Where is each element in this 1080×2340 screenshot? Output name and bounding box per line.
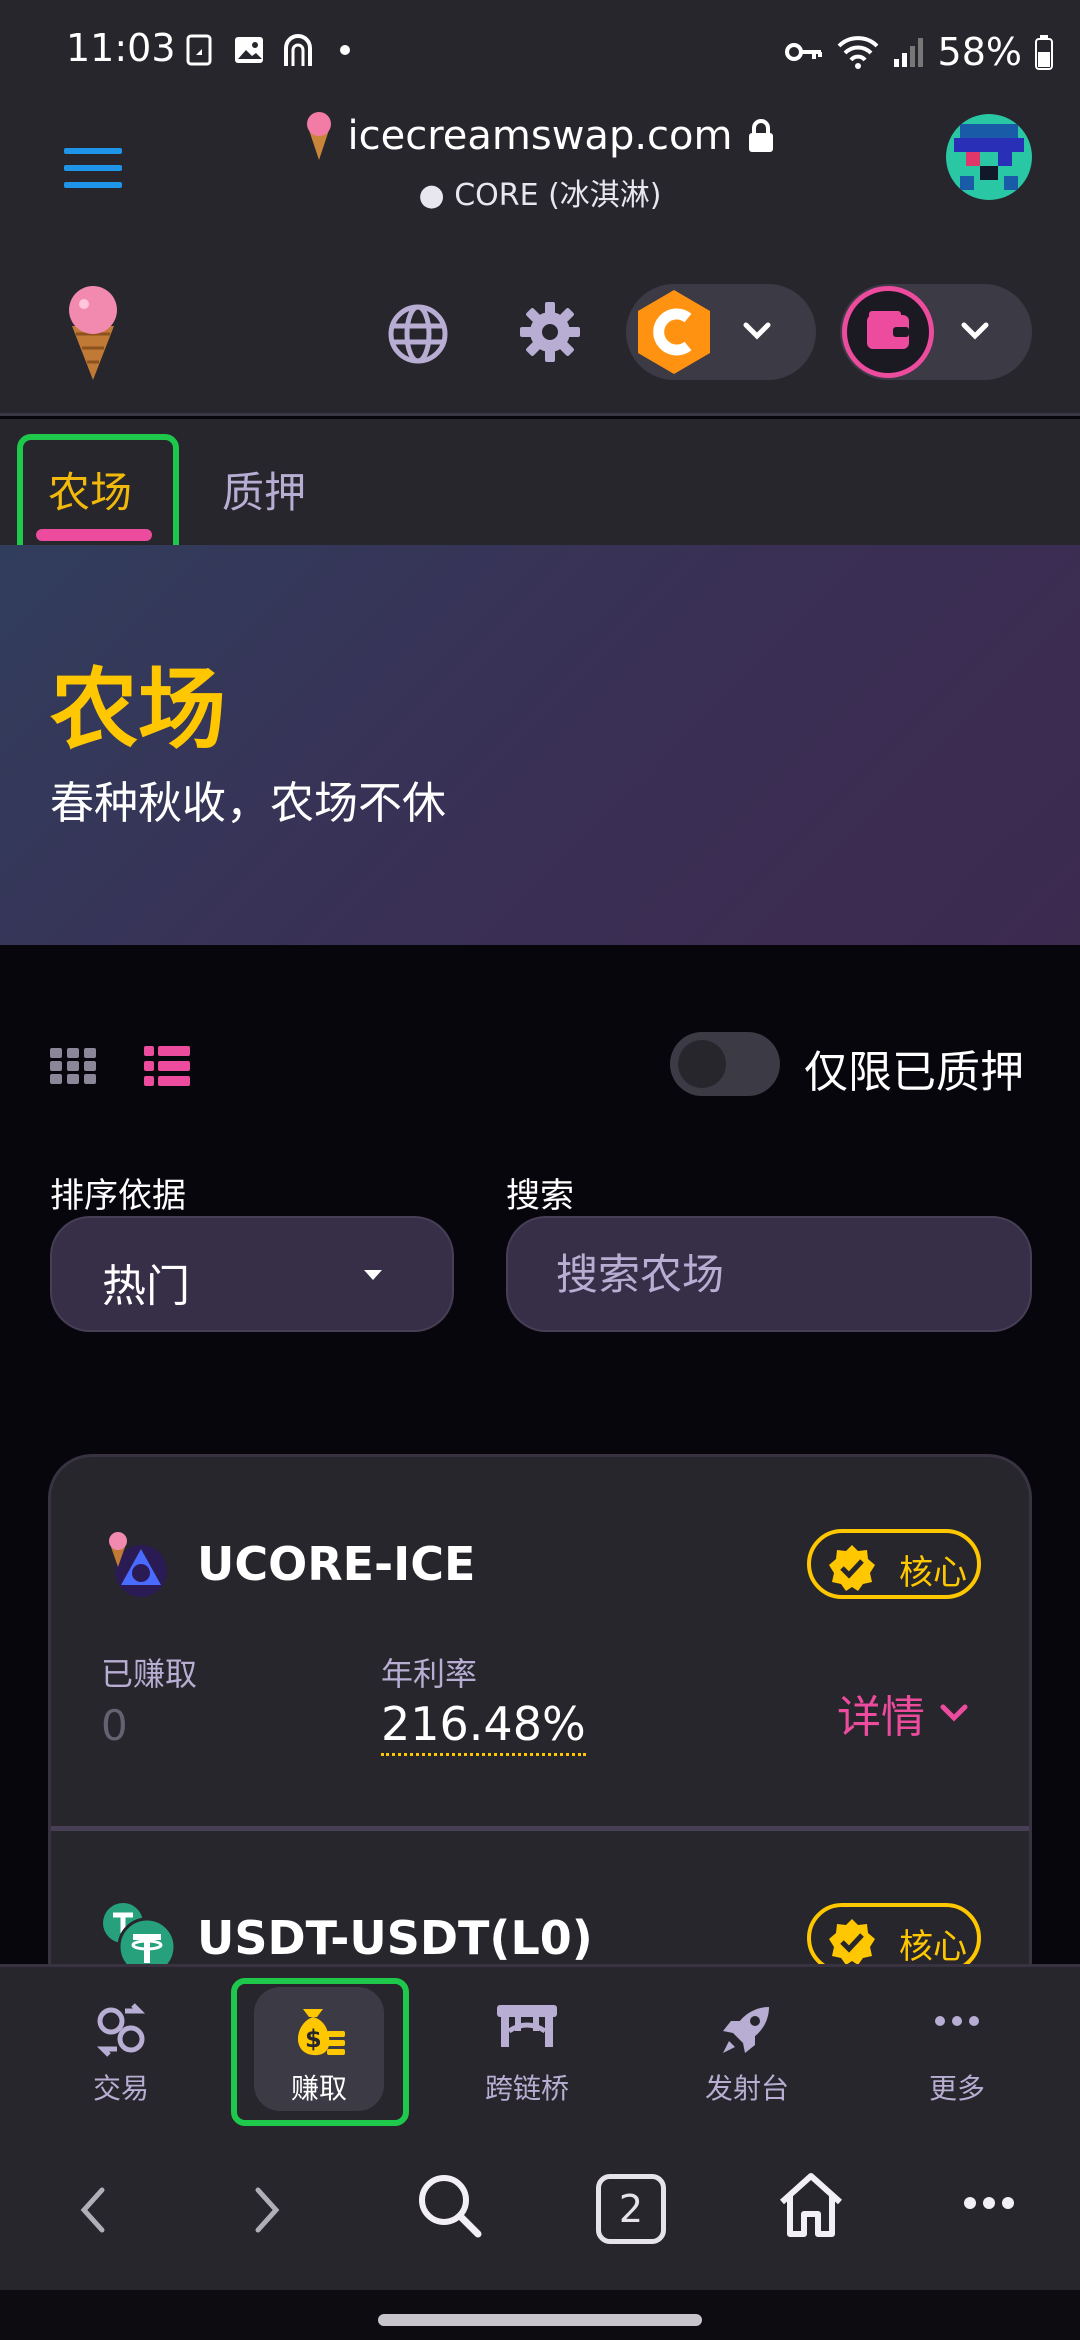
apr-label: 年利率 (381, 1655, 478, 1693)
site-url-text: icecreamswap.com (347, 113, 733, 159)
sort-label: 排序依据 (50, 1176, 186, 1216)
grid-view-icon[interactable] (50, 1048, 96, 1088)
language-globe-icon[interactable] (386, 302, 450, 370)
core-badge: 核心 (807, 1903, 981, 1964)
list-view-icon[interactable] (144, 1046, 190, 1090)
nav-bridge[interactable]: 跨链桥 (452, 1967, 602, 2143)
staked-only-label: 仅限已质押 (804, 1047, 1024, 1098)
usdt-pair-icon (101, 1901, 177, 1964)
network-indicator: ● CORE (冰淇淋) (0, 170, 1080, 214)
farm-card: USDT-USDT(L0) 核心 (51, 1831, 1029, 1964)
rocket-icon (723, 2007, 769, 2053)
active-tab-indicator (36, 529, 152, 541)
battery-percent: 58% (937, 30, 1022, 74)
gallery-icon (235, 37, 263, 63)
gesture-bar (0, 2290, 1080, 2340)
back-icon[interactable] (70, 2180, 114, 2240)
core-badge-label: 核心 (899, 1927, 967, 1964)
bridge-icon (497, 2005, 557, 2047)
sort-select[interactable]: 热门 (50, 1216, 454, 1332)
chevron-down-icon (940, 1704, 968, 1722)
settings-gear-icon[interactable] (518, 300, 582, 368)
hero-banner: 农场 春种秋收，农场不休 (0, 545, 1080, 945)
svg-text:$: $ (305, 2025, 322, 2053)
nav-label: 跨链桥 (484, 2072, 569, 2105)
browser-url-bar: icecreamswap.com ● CORE (冰淇淋) (0, 100, 1080, 240)
farm-list: UCORE-ICE 核心 已赚取 年利率 0 216.48% 详情 USDT-U… (48, 1454, 1032, 1964)
search-field[interactable] (506, 1216, 1032, 1332)
core-badge: 核心 (807, 1529, 981, 1599)
core-chain-icon (638, 290, 710, 374)
nav-trade[interactable]: 交易 (46, 1967, 196, 2143)
nav-label: 交易 (92, 2072, 149, 2105)
app-bottom-nav: 交易 $ 赚取 跨链桥 发射台 更多 (0, 1964, 1080, 2140)
battery-icon (1035, 35, 1053, 70)
page-title: 农场 (50, 658, 227, 761)
wifi-icon (837, 36, 878, 69)
sort-value: 热门 (102, 1261, 190, 1312)
browser-bottom-bar: 2 (0, 2140, 1080, 2290)
nav-label: 发射台 (704, 2072, 789, 2105)
network-dot-icon: ● (418, 178, 455, 213)
tab-pools[interactable]: 质押 (222, 459, 306, 520)
status-bar: 11:03 58% (0, 0, 1080, 100)
network-switcher[interactable] (626, 284, 816, 380)
browser-menu-icon[interactable] (962, 2188, 1016, 2218)
wallet-icon (867, 311, 909, 349)
page-subtitle: 春种秋收，农场不休 (50, 778, 446, 829)
core-badge-label: 核心 (899, 1553, 967, 1593)
wallet-button[interactable] (840, 284, 1032, 380)
earned-value: 0 (101, 1701, 128, 1750)
money-bag-icon: $ (297, 2009, 345, 2056)
verified-check-icon (829, 1919, 875, 1964)
nav-label: 更多 (928, 2072, 985, 2105)
earned-label: 已赚取 (101, 1655, 198, 1693)
caret-down-icon (364, 1270, 382, 1280)
apr-value[interactable]: 216.48% (381, 1697, 586, 1756)
home-gesture-pill[interactable] (378, 2314, 702, 2326)
profile-avatar[interactable] (946, 114, 1032, 200)
details-toggle[interactable]: 详情 (837, 1681, 969, 1745)
farm-pair-name: USDT-USDT(L0) (197, 1911, 593, 1964)
nav-label: 赚取 (290, 2072, 347, 2105)
ucore-ice-pair-icon (101, 1527, 177, 1607)
signal-icon (893, 38, 923, 67)
lock-icon (749, 119, 774, 152)
details-label: 详情 (837, 1692, 925, 1743)
farm-pair-name: UCORE-ICE (197, 1537, 476, 1591)
search-input[interactable] (556, 1244, 996, 1304)
address-field[interactable]: icecreamswap.com (304, 110, 777, 162)
search-label: 搜索 (506, 1176, 574, 1216)
arch-app-icon (284, 34, 312, 66)
tab-switcher-button[interactable]: 2 (596, 2174, 666, 2244)
farm-tabs: 农场 质押 (0, 419, 1080, 545)
network-name: CORE (冰淇淋) (454, 178, 662, 213)
chevron-down-icon (743, 322, 771, 340)
status-time: 11:03 (66, 26, 176, 70)
icecream-logo-icon[interactable] (58, 282, 128, 386)
swap-icon (96, 2003, 146, 2057)
dot-icon (340, 45, 350, 55)
system-icons: 58% (784, 30, 1054, 74)
staked-only-toggle[interactable] (670, 1032, 780, 1096)
sync-file-icon (186, 34, 212, 66)
pixel-avatar-icon (946, 114, 1032, 200)
app-header (0, 240, 1080, 416)
nav-more[interactable]: 更多 (882, 1967, 1032, 2143)
home-icon[interactable] (774, 2168, 848, 2242)
nav-earn[interactable]: $ 赚取 (244, 1967, 394, 2143)
tab-farms[interactable]: 农场 (48, 459, 132, 520)
verified-check-icon (829, 1545, 875, 1591)
key-icon (784, 43, 822, 61)
chevron-down-icon (961, 322, 989, 340)
forward-icon[interactable] (246, 2180, 290, 2240)
search-icon[interactable] (414, 2170, 484, 2240)
notification-icons (184, 32, 360, 68)
more-icon (935, 2016, 979, 2026)
nav-launchpad[interactable]: 发射台 (672, 1967, 822, 2143)
farm-card: UCORE-ICE 核心 已赚取 年利率 0 216.48% 详情 (51, 1457, 1029, 1831)
site-favicon-icon (306, 112, 331, 160)
